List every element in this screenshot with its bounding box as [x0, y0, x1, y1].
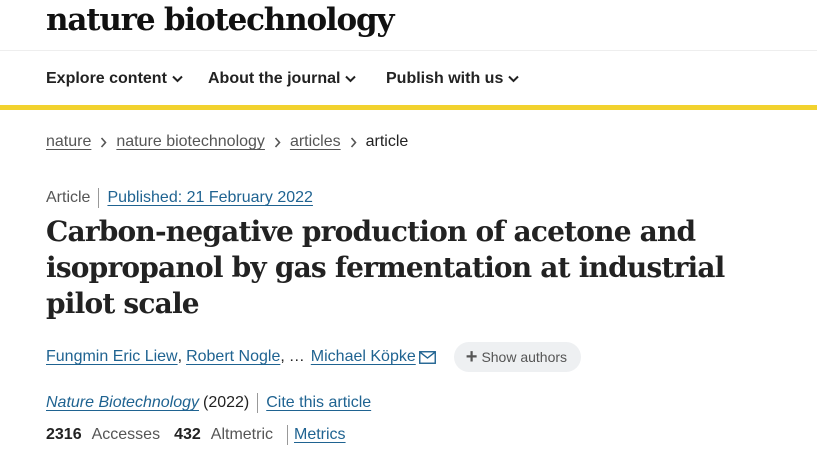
- divider: [257, 393, 259, 413]
- chevron-right-icon: [350, 136, 357, 148]
- chevron-down-icon: [172, 75, 183, 83]
- author-list: Fungmin Eric Liew , Robert Nogle , … Mic…: [46, 341, 582, 373]
- article-title: Carbon-negative production of acetone an…: [46, 215, 725, 320]
- breadcrumb-current: article: [365, 133, 409, 150]
- author-ellipsis: …: [288, 348, 305, 365]
- chevron-right-icon: [274, 136, 281, 148]
- author-separator: ,: [177, 348, 183, 365]
- nav-explore-content[interactable]: Explore content: [46, 70, 183, 88]
- chevron-down-icon: [345, 75, 357, 83]
- main-nav: Explore content About the journal Publis…: [0, 51, 817, 105]
- chevron-right-icon: [100, 136, 107, 148]
- nav-accent-bar: [0, 105, 817, 110]
- author-link[interactable]: Michael Köpke: [311, 348, 416, 366]
- article-type: Article: [46, 189, 91, 206]
- author-separator: ,: [280, 348, 285, 365]
- article-meta: Article Published: 21 February 2022: [46, 188, 313, 208]
- accesses-label: Accesses: [91, 426, 161, 443]
- breadcrumb: nature nature biotechnology articles art…: [46, 133, 408, 151]
- site-header: nature biotechnology: [0, 0, 817, 51]
- show-authors-button[interactable]: + Show authors: [453, 342, 582, 372]
- divider: [287, 425, 288, 445]
- nav-item-label: Publish with us: [386, 70, 504, 87]
- breadcrumb-link-journal[interactable]: nature biotechnology: [116, 133, 265, 151]
- journal-link[interactable]: Nature Biotechnology: [46, 394, 199, 412]
- breadcrumb-link-articles[interactable]: articles: [290, 133, 341, 151]
- show-authors-label: Show authors: [481, 349, 568, 365]
- nav-item-label: Explore content: [46, 70, 167, 87]
- metrics-link[interactable]: Metrics: [294, 426, 346, 444]
- accesses-count: 2316: [46, 426, 82, 443]
- metrics-row: 2316 Accesses 432 Altmetric Metrics: [46, 425, 346, 445]
- publication-year: (2022): [202, 394, 250, 411]
- altmetric-label: Altmetric: [210, 426, 273, 443]
- altmetric-count: 432: [174, 426, 201, 443]
- nav-publish-with-us[interactable]: Publish with us: [386, 70, 520, 88]
- author-link[interactable]: Fungmin Eric Liew: [46, 348, 178, 366]
- published-date-link[interactable]: Published: 21 February 2022: [107, 189, 312, 207]
- author-link[interactable]: Robert Nogle: [186, 348, 280, 366]
- plus-icon: +: [465, 346, 478, 368]
- email-icon[interactable]: [418, 350, 436, 364]
- citation-row: Nature Biotechnology (2022) Cite this ar…: [46, 393, 371, 413]
- journal-logo[interactable]: nature biotechnology: [46, 2, 394, 38]
- breadcrumb-link-nature[interactable]: nature: [46, 133, 91, 151]
- divider: [98, 188, 100, 208]
- cite-article-link[interactable]: Cite this article: [266, 394, 371, 412]
- nav-item-label: About the journal: [208, 70, 341, 87]
- nav-about-journal[interactable]: About the journal: [208, 70, 357, 88]
- chevron-down-icon: [508, 75, 520, 83]
